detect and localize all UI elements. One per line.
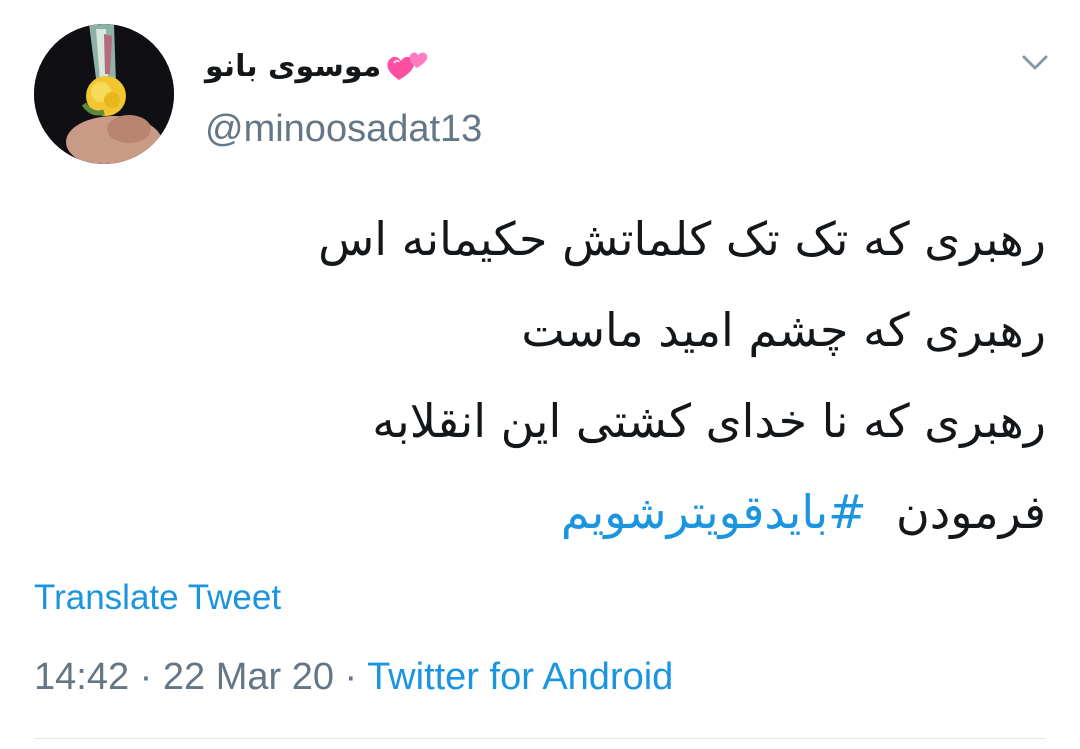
tweet-time: 14:42 xyxy=(34,656,130,698)
tweet-text: رهبری که تک تک کلماتش حکیمانه اس رهبری ک… xyxy=(36,194,1046,558)
tweet-text-line: رهبری که چشم امید ماست xyxy=(521,303,1046,357)
divider xyxy=(34,738,1046,739)
meta-separator: · xyxy=(139,656,153,698)
translate-tweet-link[interactable]: Translate Tweet xyxy=(34,578,281,618)
author-handle[interactable]: @minoosadat13 xyxy=(205,108,482,151)
meta-separator: · xyxy=(344,656,358,698)
chevron-down-icon[interactable] xyxy=(1020,50,1050,74)
tweet-date: 22 Mar 20 xyxy=(162,656,334,698)
display-name-text: موسوی بانو xyxy=(205,48,382,84)
avatar[interactable] xyxy=(34,24,174,164)
tweet-text-line: رهبری که تک تک کلماتش حکیمانه اس xyxy=(318,212,1046,266)
hashtag-link[interactable]: #بایدقویترشویم xyxy=(561,485,867,539)
tweet-meta: 14:42 · 22 Mar 20 · Twitter for Android xyxy=(34,656,673,699)
tweet-source-link[interactable]: Twitter for Android xyxy=(367,656,673,698)
tweet-text-line-last: فرمودن #بایدقویترشویم xyxy=(36,467,1046,558)
author-display-name[interactable]: موسوی بانو xyxy=(205,44,431,88)
tweet: موسوی بانو @minoosadat13 رهبری که تک تک … xyxy=(0,0,1080,749)
two-hearts-icon xyxy=(387,52,428,80)
tweet-text-line-end: فرمودن xyxy=(895,485,1046,539)
tweet-text-line: رهبری که نا خدای کشتی این انقلابه xyxy=(372,394,1046,448)
avatar-image xyxy=(34,24,174,164)
